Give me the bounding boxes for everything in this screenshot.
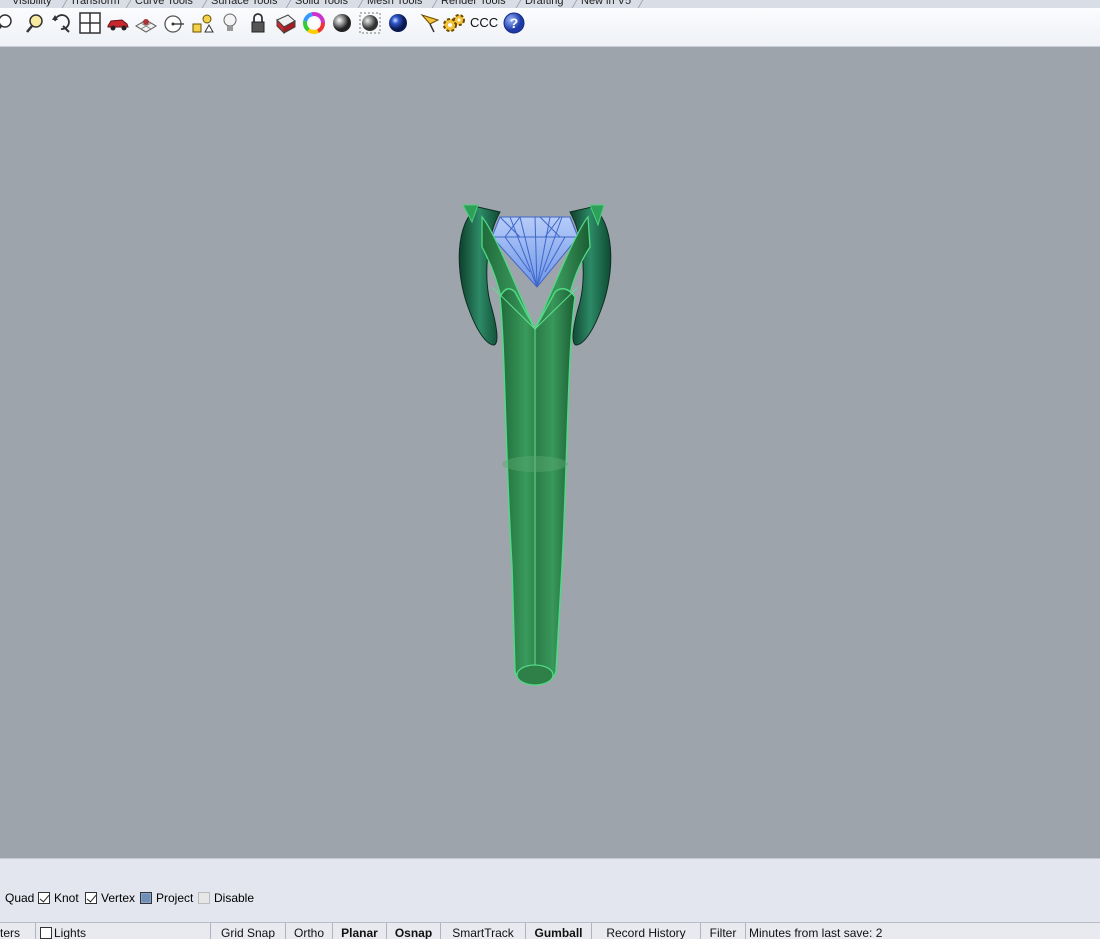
lights-pane[interactable]: Lights [35,923,210,939]
tab-separator [285,0,292,8]
rendered-sphere-icon[interactable] [358,11,382,35]
material-icon[interactable] [274,11,298,35]
vertex-label: Vertex [101,891,136,905]
tab-separator [571,0,578,8]
tab-separator [515,0,522,8]
last-save-status: Minutes from last save: 2 [745,923,1100,939]
smarttrack-toggle[interactable]: SmartTrack [440,923,525,939]
quad-label: Quad [5,891,35,905]
vertex-checkbox[interactable] [85,892,97,904]
status-bar: ters Lights Grid Snap Ortho Planar Osnap… [0,922,1100,939]
tab-separator [431,0,438,8]
planar-toggle[interactable]: Planar [332,923,386,939]
record-history-toggle[interactable]: Record History [591,923,700,939]
ortho-toggle[interactable]: Ortho [285,923,332,939]
osnap-option-bar: Quad Knot Vertex Project Disable [0,858,1100,923]
lights-checkbox[interactable] [40,927,52,939]
shaded-sphere-icon[interactable] [330,11,354,35]
tab-visibility[interactable]: Visibility [12,0,52,8]
disable-label: Disable [214,891,255,905]
ccc-button[interactable]: CCC [470,11,498,35]
tab-solid-tools[interactable]: Solid Tools [295,0,348,8]
toolbar: CCC ? [0,8,1100,47]
tab-drafting[interactable]: Drafting [525,0,564,8]
project-label: Project [156,891,194,905]
project-option[interactable]: Project [140,890,193,906]
grid-snap-toggle[interactable]: Grid Snap [210,923,285,939]
knot-option[interactable]: Knot [38,890,79,906]
knot-label: Knot [54,891,79,905]
dimension-icon[interactable] [418,11,442,35]
snap-shapes-icon[interactable] [190,11,214,35]
lights-label: Lights [54,926,87,939]
vertex-option[interactable]: Vertex [85,890,135,906]
color-wheel-icon[interactable] [302,11,326,35]
tab-render-tools[interactable]: Render Tools [441,0,506,8]
viewport-grid-icon[interactable] [134,11,158,35]
car-render-icon[interactable] [106,11,130,35]
tab-separator [357,0,364,8]
disable-option[interactable]: Disable [198,890,254,906]
tab-mesh-tools[interactable]: Mesh Tools [367,0,422,8]
tab-curve-tools[interactable]: Curve Tools [135,0,193,8]
circle-point-icon[interactable] [162,11,186,35]
help-icon[interactable]: ? [502,11,526,35]
disable-checkbox[interactable] [198,892,210,904]
filters-pane[interactable]: ters [0,923,34,939]
ring-model[interactable] [0,47,1100,858]
lock-icon[interactable] [246,11,270,35]
four-viewports-icon[interactable] [78,11,102,35]
rotate-view-icon[interactable] [50,11,74,35]
tab-separator [201,0,208,8]
svg-text:?: ? [510,15,519,31]
filter-toggle[interactable]: Filter [700,923,745,939]
gears-icon[interactable] [442,11,466,35]
gumball-toggle[interactable]: Gumball [525,923,591,939]
osnap-toggle[interactable]: Osnap [386,923,440,939]
tab-new-in-v5[interactable]: New in V5 [581,0,631,8]
tab-transform[interactable]: Transform [70,0,120,8]
zoom-window-icon[interactable] [23,11,47,35]
quad-option[interactable]: Quad [5,890,34,906]
tab-separator [125,0,132,8]
blue-sphere-icon[interactable] [386,11,410,35]
tab-separator [61,0,68,8]
light-bulb-icon[interactable] [218,11,242,35]
knot-checkbox[interactable] [38,892,50,904]
tab-separator [637,0,644,8]
project-checkbox[interactable] [140,892,152,904]
tab-surface-tools[interactable]: Surface Tools [211,0,277,8]
perspective-viewport[interactable] [0,47,1100,858]
zoom-extents-icon[interactable] [0,11,18,35]
